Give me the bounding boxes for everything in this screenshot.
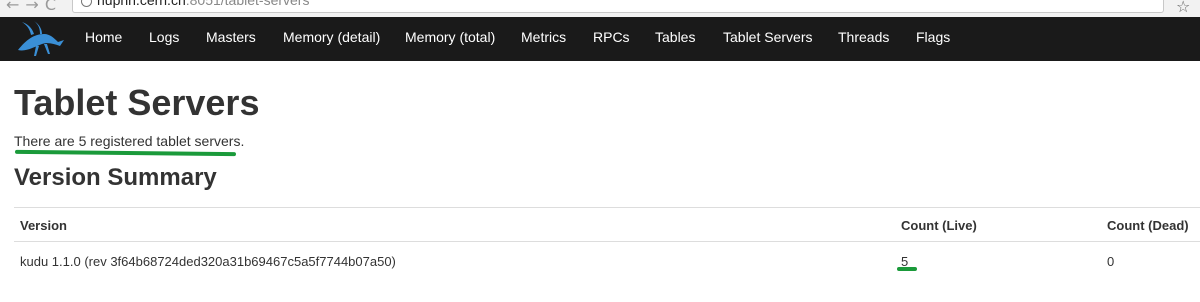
browser-toolbar: ←→C nuphn.cern.ch:8051/tablet-servers ☆ bbox=[0, 0, 1200, 18]
nav-metrics[interactable]: Metrics bbox=[521, 29, 566, 45]
nav-tablet-servers[interactable]: Tablet Servers bbox=[723, 29, 812, 45]
nav-memory-total[interactable]: Memory (total) bbox=[405, 29, 495, 45]
table-top-border bbox=[14, 207, 1200, 208]
version-summary-heading: Version Summary bbox=[14, 164, 217, 191]
kudu-logo-icon[interactable] bbox=[14, 20, 70, 58]
address-text[interactable]: nuphn.cern.ch:8051/tablet-servers bbox=[97, 0, 309, 8]
forward-icon[interactable]: → bbox=[25, 0, 44, 14]
header-version: Version bbox=[20, 218, 67, 233]
url-host: nuphn.cern.ch bbox=[97, 0, 186, 8]
page-title: Tablet Servers bbox=[14, 82, 260, 123]
browser-nav-arrows[interactable]: ←→C bbox=[6, 0, 62, 14]
header-count-live: Count (Live) bbox=[901, 218, 977, 233]
cell-count-dead: 0 bbox=[1107, 254, 1115, 269]
table-header-border bbox=[14, 241, 1200, 242]
url-path: :8051/tablet-servers bbox=[185, 0, 310, 8]
green-underline-annotation bbox=[14, 149, 237, 157]
top-navbar: Home Logs Masters Memory (detail) Memory… bbox=[0, 17, 1200, 61]
green-underline-annotation-count bbox=[897, 267, 917, 271]
nav-flags[interactable]: Flags bbox=[916, 29, 950, 45]
header-count-dead: Count (Dead) bbox=[1107, 218, 1189, 233]
nav-masters[interactable]: Masters bbox=[206, 29, 256, 45]
tablet-server-count-text: There are 5 registered tablet servers. bbox=[14, 133, 245, 149]
nav-logs[interactable]: Logs bbox=[149, 29, 179, 45]
cell-version: kudu 1.1.0 (rev 3f64b68724ded320a31b6946… bbox=[20, 254, 396, 269]
nav-home[interactable]: Home bbox=[85, 29, 122, 45]
nav-memory-detail[interactable]: Memory (detail) bbox=[283, 29, 380, 45]
back-icon[interactable]: ← bbox=[6, 0, 25, 14]
nav-threads[interactable]: Threads bbox=[838, 29, 889, 45]
nav-tables[interactable]: Tables bbox=[655, 29, 695, 45]
address-bar[interactable]: nuphn.cern.ch:8051/tablet-servers bbox=[72, 0, 1164, 13]
nav-rpcs[interactable]: RPCs bbox=[593, 29, 630, 45]
reload-icon[interactable]: C bbox=[45, 0, 62, 14]
bookmark-star-icon[interactable]: ☆ bbox=[1176, 0, 1190, 16]
info-icon[interactable] bbox=[81, 0, 92, 7]
